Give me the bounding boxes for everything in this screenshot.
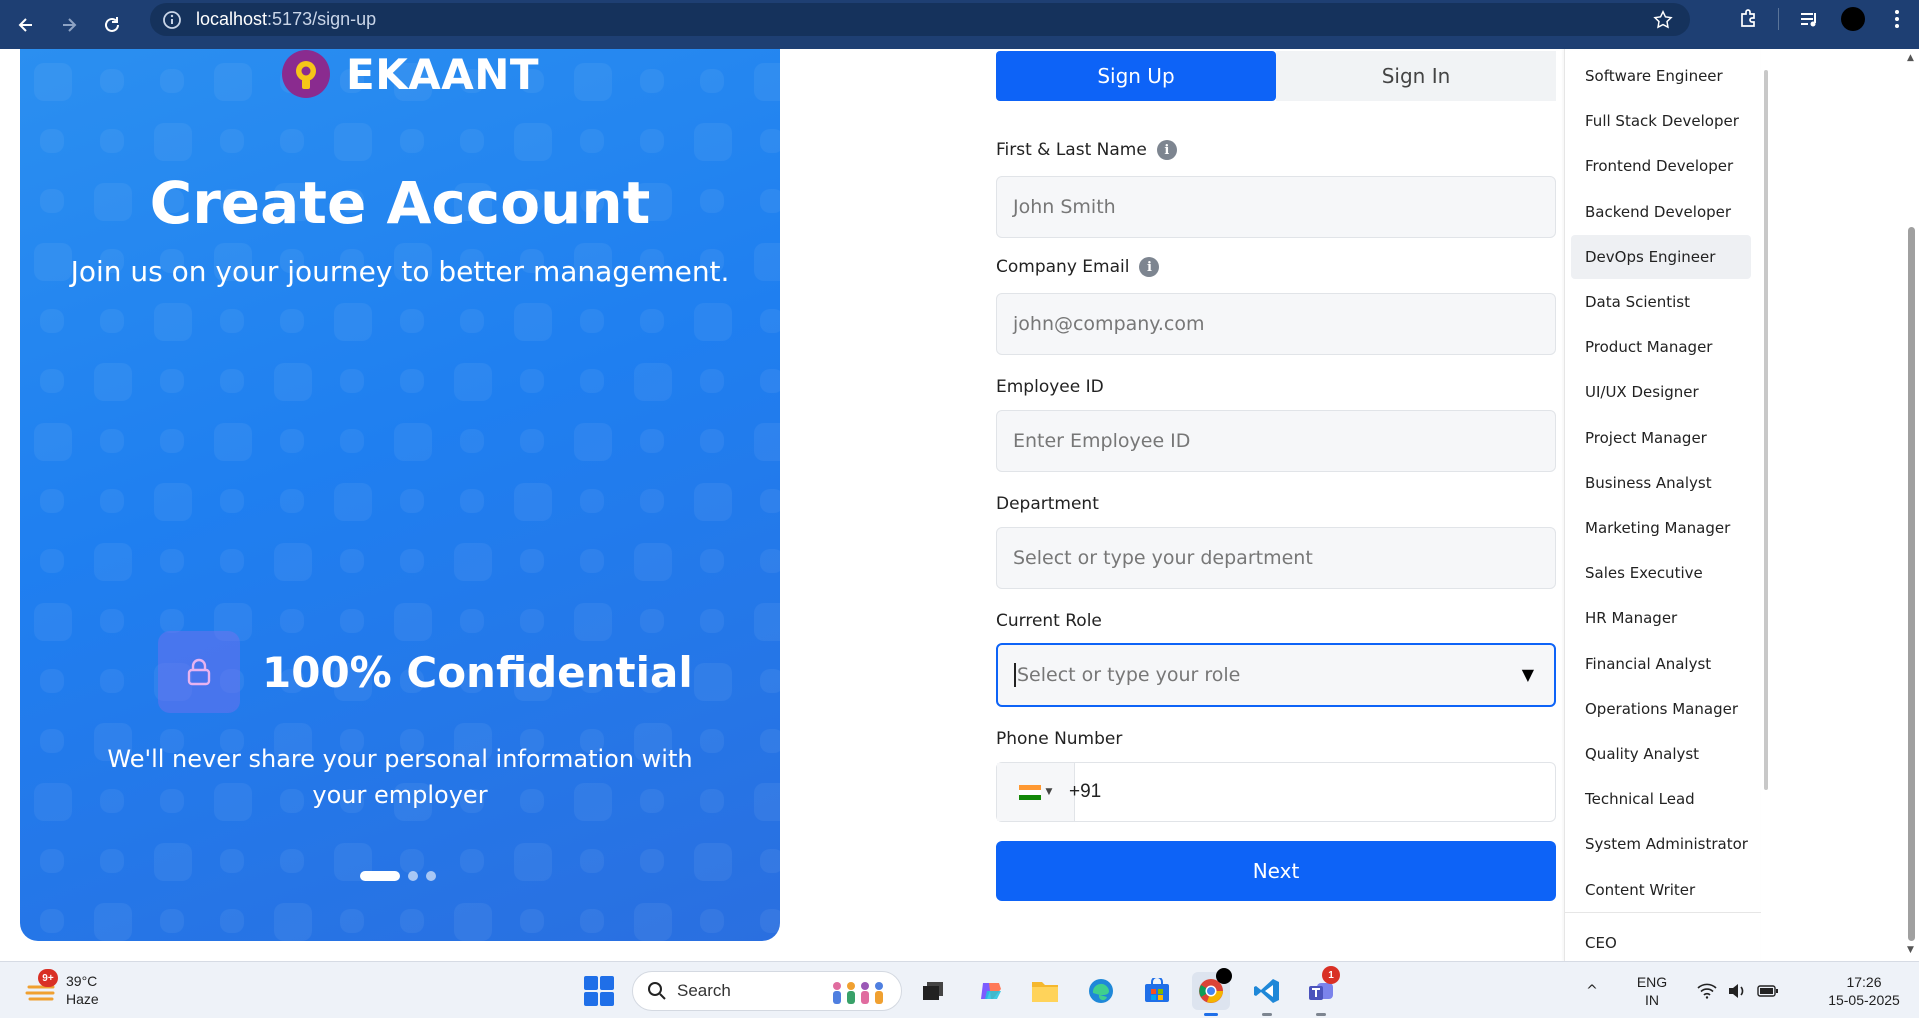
india-flag-icon (1018, 784, 1041, 800)
edge-icon[interactable] (1082, 972, 1120, 1010)
email-label: Company Email i (996, 257, 1160, 277)
teams-icon[interactable]: 1 (1302, 966, 1340, 1016)
hero-panel: EKAANT Create Account Join us on your jo… (20, 49, 780, 941)
divider (1565, 912, 1761, 913)
hero-subtitle: Join us on your journey to better manage… (70, 255, 730, 288)
page-scrollbar[interactable]: ▲ ▼ (1904, 49, 1919, 961)
role-option[interactable]: Financial Analyst (1571, 642, 1751, 686)
media-icon[interactable] (1787, 0, 1831, 38)
role-option[interactable]: DevOps Engineer (1571, 234, 1751, 279)
star-icon[interactable] (1652, 9, 1674, 31)
search-icon (648, 982, 666, 1000)
carousel-dot[interactable] (360, 871, 400, 881)
people-illustration-icon (833, 982, 883, 1004)
wifi-icon (1697, 983, 1717, 999)
back-arrow-icon[interactable] (9, 8, 43, 42)
auth-tabs: Sign Up Sign In (996, 51, 1556, 101)
role-option[interactable]: Marketing Manager (1571, 506, 1751, 550)
brand-logo: EKAANT (282, 49, 539, 99)
role-option[interactable]: CEO (1571, 921, 1751, 965)
tab-sign-in[interactable]: Sign In (1276, 51, 1556, 101)
extensions-icon[interactable] (1726, 0, 1770, 38)
next-button[interactable]: Next (996, 841, 1556, 901)
role-option[interactable]: Software Engineer (1571, 54, 1751, 98)
info-icon[interactable] (162, 10, 182, 30)
role-option[interactable]: Frontend Developer (1571, 144, 1751, 188)
weather-widget[interactable]: 9+ 39°C Haze (24, 969, 99, 1008)
phone-label: Phone Number (996, 729, 1123, 749)
carousel-indicator (360, 871, 436, 881)
taskbar: 9+ 39°C Haze Search 1 ^ ENG IN 17:26 15-… (0, 961, 1919, 1018)
chevron-up-icon[interactable]: ^ (1577, 983, 1607, 999)
feature-row: 100% Confidential (158, 631, 693, 713)
dropdown-arrow-icon[interactable]: ▼ (1522, 665, 1534, 684)
store-icon[interactable] (1138, 972, 1176, 1010)
status-icons[interactable] (1697, 983, 1779, 999)
system-tray: ^ ENG IN 17:26 15-05-2025 (1577, 962, 1919, 1018)
copilot-icon[interactable] (972, 972, 1010, 1010)
role-option[interactable]: System Administrator (1571, 822, 1751, 866)
name-label: First & Last Name i (996, 140, 1177, 160)
feature-title: 100% Confidential (262, 647, 693, 697)
carousel-dot[interactable] (408, 871, 418, 881)
carousel-dot[interactable] (426, 871, 436, 881)
feature-description: We'll never share your personal informat… (107, 745, 693, 809)
role-option[interactable]: Project Manager (1571, 416, 1751, 460)
phone-code[interactable]: +91 (1069, 781, 1101, 803)
role-option[interactable]: Product Manager (1571, 325, 1751, 369)
name-input[interactable]: John Smith (996, 176, 1556, 238)
file-explorer-icon[interactable] (1026, 972, 1064, 1010)
role-label: Current Role (996, 611, 1102, 631)
role-option[interactable]: Content Writer (1571, 868, 1751, 912)
volume-icon (1729, 983, 1744, 998)
browser-toolbar: localhost:5173/sign-up (0, 0, 1919, 49)
employee-id-input[interactable]: Enter Employee ID (996, 410, 1556, 472)
role-dropdown-list[interactable]: CEO Software Engineer Full Stack Develope… (1564, 49, 1761, 961)
logo-icon (282, 50, 330, 98)
role-option[interactable]: Technical Lead (1571, 777, 1751, 821)
brand-name: EKAANT (346, 49, 540, 99)
email-input[interactable]: john@company.com (996, 293, 1556, 355)
chrome-icon[interactable] (1192, 968, 1232, 1016)
info-icon[interactable]: i (1156, 140, 1177, 160)
employee-id-label: Employee ID (996, 377, 1104, 397)
role-option[interactable]: HR Manager (1571, 596, 1751, 640)
tab-sign-up[interactable]: Sign Up (996, 51, 1276, 101)
role-option[interactable]: Full Stack Developer (1571, 99, 1751, 143)
role-option[interactable]: Business Analyst (1571, 461, 1751, 505)
url-text: localhost:5173/sign-up (196, 9, 377, 29)
profile-avatar[interactable] (1831, 0, 1875, 38)
phone-input[interactable]: ▼ +91 (996, 762, 1556, 822)
vscode-icon[interactable] (1248, 972, 1286, 1016)
clock[interactable]: 17:26 15-05-2025 (1809, 973, 1919, 1009)
dropdown-scrollbar[interactable] (1764, 70, 1768, 790)
role-option[interactable]: Quality Analyst (1571, 732, 1751, 776)
forward-arrow-icon[interactable] (52, 8, 86, 42)
language-indicator[interactable]: ENG IN (1627, 973, 1677, 1009)
address-bar[interactable]: localhost:5173/sign-up (150, 3, 1690, 36)
reload-icon[interactable] (95, 8, 129, 42)
taskbar-search[interactable]: Search (632, 971, 902, 1011)
haze-icon: 9+ (24, 969, 58, 1007)
country-selector[interactable]: ▼ (997, 763, 1075, 821)
lock-icon (158, 631, 240, 713)
role-option[interactable]: Backend Developer (1571, 190, 1751, 234)
role-input[interactable]: Select or type your role ▼ (996, 643, 1556, 707)
menu-icon[interactable] (1875, 0, 1919, 38)
info-icon[interactable]: i (1139, 257, 1160, 277)
task-view-icon[interactable] (914, 972, 952, 1010)
department-input[interactable]: Select or type your department (996, 527, 1556, 589)
battery-icon (1757, 984, 1778, 997)
role-option[interactable]: Operations Manager (1571, 687, 1751, 731)
page-title: Create Account (149, 169, 651, 237)
role-option[interactable]: Sales Executive (1571, 551, 1751, 595)
windows-start-icon[interactable] (584, 976, 614, 1006)
department-label: Department (996, 494, 1099, 514)
text-caret (1014, 663, 1016, 687)
role-option[interactable]: Data Scientist (1571, 280, 1751, 324)
role-option[interactable]: UI/UX Designer (1571, 370, 1751, 414)
chevron-down-icon: ▼ (1045, 787, 1053, 797)
